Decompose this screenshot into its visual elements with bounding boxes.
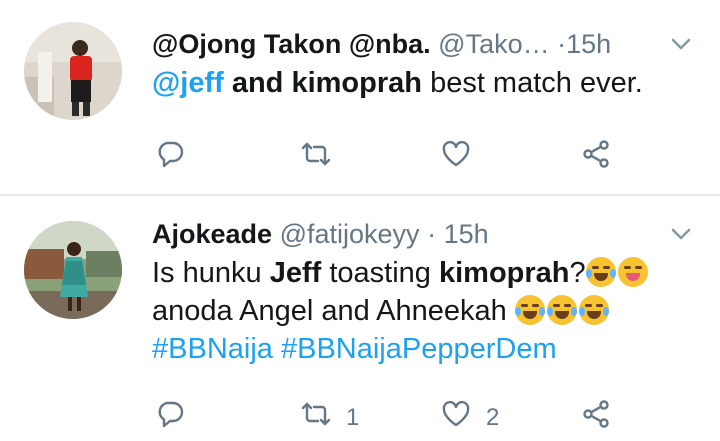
- tweet-text-part: toasting: [329, 257, 431, 289]
- chevron-down-icon[interactable]: [670, 226, 692, 247]
- like-button[interactable]: 2: [440, 398, 499, 437]
- retweet-icon: [300, 398, 332, 437]
- display-name[interactable]: Ajokeade: [152, 219, 272, 249]
- tweet-actions: 1 2: [152, 398, 632, 434]
- squinting-tongue-emoji-icon: [617, 257, 648, 287]
- tweet-text-part: ?: [569, 257, 586, 289]
- tweet-text: Is hunku Jeff toasting kimoprah? anoda A…: [152, 254, 692, 368]
- tweet-header: Ajokeade @fatijokeyy · 15h: [152, 218, 489, 250]
- share-icon: [580, 398, 612, 437]
- highlighted-text: kimoprah: [438, 257, 570, 289]
- laughing-tears-emoji-icon: [578, 295, 609, 325]
- timestamp[interactable]: 15h: [444, 219, 489, 249]
- laughing-tears-emoji-icon: [514, 295, 545, 325]
- share-button[interactable]: [580, 398, 612, 437]
- hashtag-link[interactable]: #BBNaija: [152, 333, 273, 365]
- tweet-text-line: anoda Angel and Ahneekah: [152, 295, 507, 327]
- avatar[interactable]: [24, 221, 122, 319]
- user-handle[interactable]: @fatijokeyy: [280, 219, 420, 249]
- tweet-text-part: Is hunku: [152, 257, 262, 289]
- separator-dot: ·: [427, 219, 437, 249]
- laughing-tears-emoji-icon: [546, 295, 577, 325]
- retweet-count: 1: [346, 403, 360, 431]
- reply-button[interactable]: [154, 398, 186, 437]
- tweet[interactable]: Ajokeade @fatijokeyy · 15h Is hunku Jeff…: [0, 0, 720, 441]
- laughing-tears-emoji-icon: [585, 257, 616, 287]
- reply-icon: [154, 398, 186, 437]
- retweet-button[interactable]: 1: [300, 398, 359, 437]
- hashtag-link[interactable]: #BBNaijaPepperDem: [281, 333, 557, 365]
- like-count: 2: [486, 403, 500, 431]
- heart-icon: [440, 398, 472, 437]
- highlighted-text: Jeff: [269, 257, 322, 289]
- avatar-image: [24, 221, 122, 319]
